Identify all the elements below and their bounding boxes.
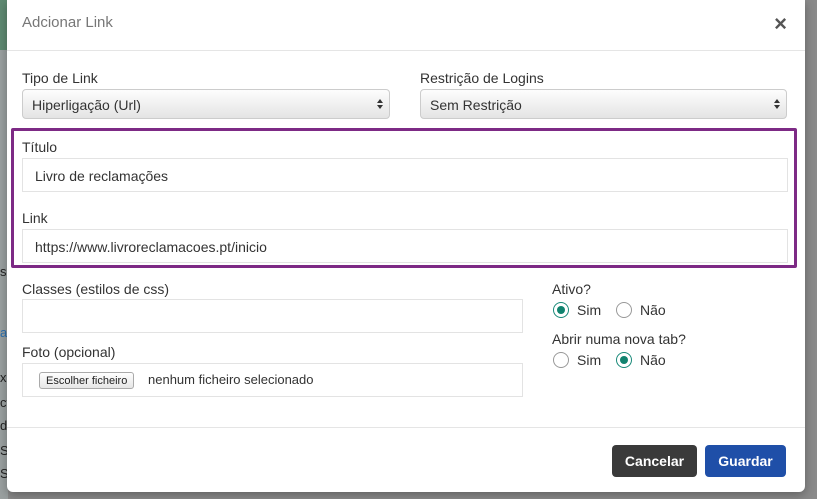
photo-label: Foto (opcional) [22, 344, 116, 360]
new-tab-yes-label: Sim [577, 352, 602, 368]
link-type-value: Hiperligação (Url) [32, 97, 141, 113]
login-restriction-select[interactable]: Sem Restrição [420, 89, 787, 119]
new-tab-label: Abrir numa nova tab? [552, 331, 686, 347]
modal-title: Adcionar Link [22, 14, 113, 31]
title-input[interactable]: Livro de reclamações [22, 158, 788, 192]
select-arrows-icon [376, 96, 384, 112]
active-yes-label: Sim [577, 302, 602, 318]
active-label: Ativo? [552, 281, 591, 297]
select-arrows-icon [773, 96, 781, 112]
save-button[interactable]: Guardar [705, 445, 786, 477]
active-yes-radio[interactable] [553, 302, 569, 318]
file-status: nenhum ficheiro selecionado [148, 372, 314, 387]
classes-input[interactable] [22, 299, 523, 333]
choose-file-button[interactable]: Escolher ficheiro [39, 372, 135, 389]
close-icon[interactable]: × [774, 12, 787, 36]
active-no-label: Não [640, 302, 666, 318]
photo-field: Escolher ficheiro nenhum ficheiro seleci… [22, 363, 523, 397]
footer-divider [7, 427, 805, 428]
add-link-modal: Adcionar Link × Tipo de Link Hiperligaçã… [7, 0, 805, 492]
link-input[interactable]: https://www.livroreclamacoes.pt/inicio [22, 229, 788, 263]
link-type-label: Tipo de Link [22, 70, 98, 86]
link-label: Link [22, 210, 48, 226]
new-tab-no-label: Não [640, 352, 666, 368]
modal-header: Adcionar Link × [7, 0, 805, 51]
login-restriction-value: Sem Restrição [430, 97, 522, 113]
cancel-button[interactable]: Cancelar [612, 445, 697, 477]
login-restriction-label: Restrição de Logins [420, 70, 544, 86]
classes-label: Classes (estilos de css) [22, 281, 170, 297]
title-label: Título [22, 139, 58, 155]
new-tab-no-radio[interactable] [616, 352, 632, 368]
link-type-select[interactable]: Hiperligação (Url) [22, 89, 390, 119]
active-no-radio[interactable] [616, 302, 632, 318]
new-tab-yes-radio[interactable] [553, 352, 569, 368]
